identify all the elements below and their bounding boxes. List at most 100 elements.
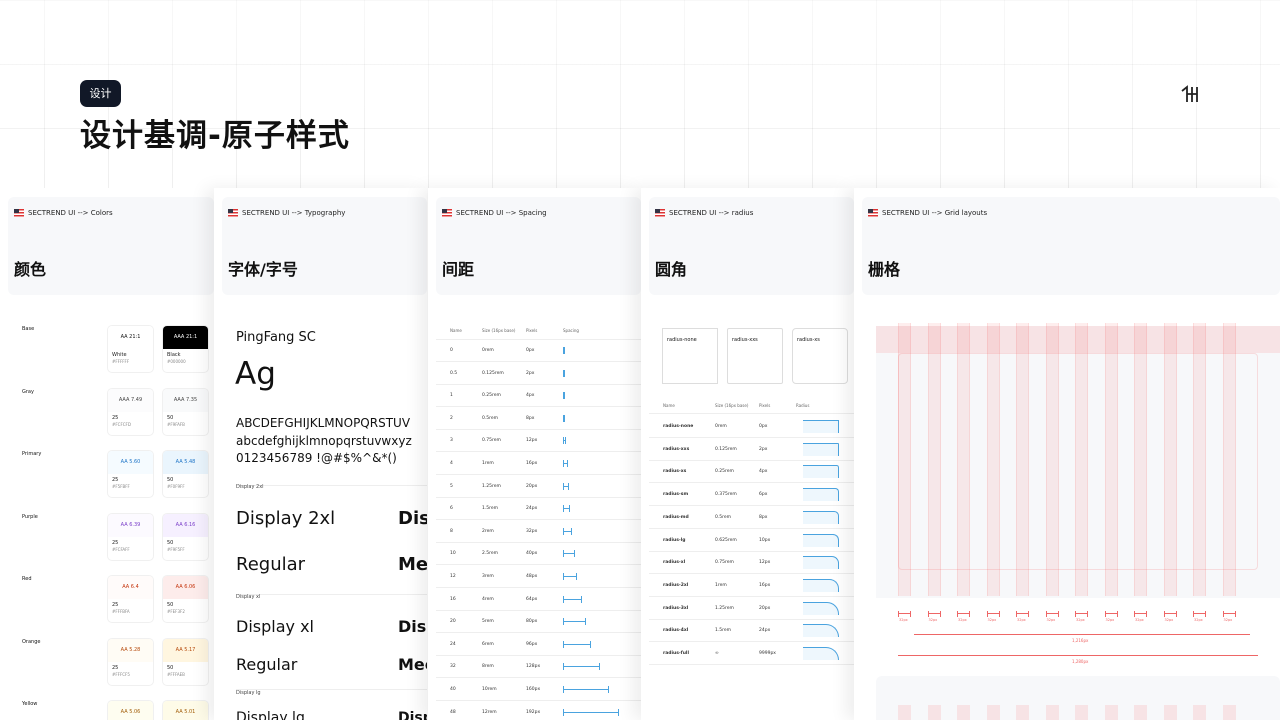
radius-preview — [803, 601, 839, 615]
swatch-name: 25 — [112, 602, 119, 608]
typography-panel: SECTREND UI --> Typography 字体/字号 PingFan… — [214, 188, 427, 720]
spacing-line — [563, 395, 565, 397]
table-cell: radius-sm — [663, 492, 689, 498]
swatch-name: 50 — [167, 602, 174, 608]
table-row: radius-lg 0.625rem 10px — [649, 530, 854, 552]
grid-column — [1134, 705, 1147, 720]
grid-column — [1016, 705, 1029, 720]
radius-card: radius-none — [662, 328, 718, 384]
grid-column — [1163, 705, 1177, 720]
col-header: Radius — [796, 403, 810, 408]
swatch-hex: #FFFFFF — [112, 359, 130, 364]
swatch-hex: #FEF3F2 — [167, 609, 185, 614]
radius-preview — [803, 510, 839, 524]
mark-line — [928, 613, 940, 614]
table-cell: 12rem — [482, 709, 497, 715]
column-width-mark — [1193, 611, 1206, 617]
table-cell: 1rem — [715, 582, 727, 588]
column-width-mark — [1104, 611, 1118, 617]
color-group-label: Gray — [22, 388, 34, 395]
grid-column — [1193, 705, 1206, 720]
table-cell: 1.5rem — [482, 506, 499, 512]
table-cell: 10px — [759, 537, 771, 543]
style-label: Display xl — [236, 594, 261, 600]
table-cell: 0.375rem — [715, 492, 737, 498]
grid-column — [1075, 705, 1088, 720]
table-cell: 0.125rem — [715, 446, 737, 452]
table-cell: radius-md — [663, 514, 689, 520]
color-swatch: AA 5.28 — [108, 638, 153, 662]
section-tag: 设计 — [80, 80, 121, 107]
column-width-mark — [1075, 611, 1088, 617]
column-width-mark — [986, 611, 1000, 617]
column-width-label: 32px — [1017, 618, 1026, 622]
table-cell: radius-xs — [663, 469, 687, 475]
mark-line — [958, 613, 969, 614]
table-row: radius-md 0.5rem 8px — [649, 507, 854, 529]
table-row: 3 0.75rem 12px — [436, 430, 641, 453]
table-cell: 3rem — [482, 574, 494, 579]
swatch-name: 50 — [167, 414, 174, 421]
color-swatch: AA 5.60 — [108, 451, 153, 474]
grid-column — [1104, 323, 1118, 596]
flag-icon — [228, 209, 238, 217]
table-cell: 2 — [450, 415, 453, 421]
table-cell: 40 — [450, 687, 456, 692]
style-label: Display lg — [236, 690, 261, 696]
radius-preview — [803, 488, 839, 502]
color-swatch: AA 5.01 — [163, 701, 208, 720]
col-header: Size (16px base) — [482, 328, 516, 333]
spacing-line — [563, 508, 570, 510]
color-chip: AA 21:1 White #FFFFFF — [108, 326, 153, 372]
display-lg-medium: Disp — [398, 710, 427, 720]
table-cell: 192px — [526, 709, 541, 715]
grid-column — [927, 705, 941, 720]
font-sample: Ag — [235, 356, 276, 392]
measure-line — [914, 634, 1250, 635]
table-row: 5 1.25rem 20px — [436, 476, 641, 498]
table-cell: 4rem — [482, 596, 494, 602]
table-row: 12 3rem 48px — [436, 566, 641, 588]
grid-column — [1222, 323, 1236, 596]
table-cell: 64px — [526, 596, 538, 602]
table-cell: 0px — [526, 348, 535, 353]
color-chip: AAA 7.49 25 #FCFCFD — [108, 388, 153, 435]
panel-title: 间距 — [442, 260, 475, 279]
color-group-label: Purple — [22, 513, 38, 520]
color-chip: AA 5.28 25 #FFFCF5 — [108, 638, 153, 685]
table-cell: 160px — [526, 687, 541, 692]
color-swatch: AA 6.16 — [163, 513, 208, 537]
table-cell: 3 — [450, 438, 453, 444]
table-cell: 4px — [759, 469, 768, 475]
table-cell: 5 — [450, 483, 453, 489]
column-width-mark — [957, 611, 970, 617]
column-width-label: 32px — [1223, 618, 1233, 622]
color-swatch: AA 5.17 — [163, 638, 208, 662]
table-cell: 6 — [450, 506, 453, 512]
table-cell: 0rem — [715, 424, 727, 429]
swatch-name: 50 — [167, 664, 174, 671]
color-swatch: AAA 7.35 — [163, 388, 208, 412]
color-chip: AA 5.06 — [108, 701, 153, 720]
table-cell: 6rem — [482, 641, 494, 647]
panel-title: 栅格 — [868, 260, 901, 279]
slide: 设计 设计基调-原子样式 SECTREND UI --> Colors 颜色 B… — [0, 0, 1280, 720]
spacing-line — [563, 440, 567, 442]
breadcrumb-text: SECTREND UI --> Grid layouts — [882, 209, 988, 217]
table-cell: 2.5rem — [482, 551, 499, 557]
divider — [236, 485, 427, 486]
spacing-line — [563, 530, 573, 532]
column-width-label: 32px — [1105, 618, 1115, 622]
table-row: radius-xxs 0.125rem 2px — [649, 439, 854, 461]
column-width-label: 32px — [928, 618, 938, 622]
table-cell: 20 — [450, 619, 456, 625]
regular-sample: Regular — [236, 554, 306, 575]
column-width-label: 32px — [1046, 618, 1056, 622]
column-width-mark — [1222, 611, 1236, 617]
column-width-mark — [1016, 611, 1029, 617]
display-xl-sample: Display xl — [236, 617, 314, 636]
breadcrumb-text: SECTREND UI --> Colors — [28, 209, 113, 217]
swatch-hex: #F0F9FF — [167, 484, 185, 489]
table-cell: 12px — [759, 560, 771, 566]
color-group-label: Red — [22, 576, 32, 582]
